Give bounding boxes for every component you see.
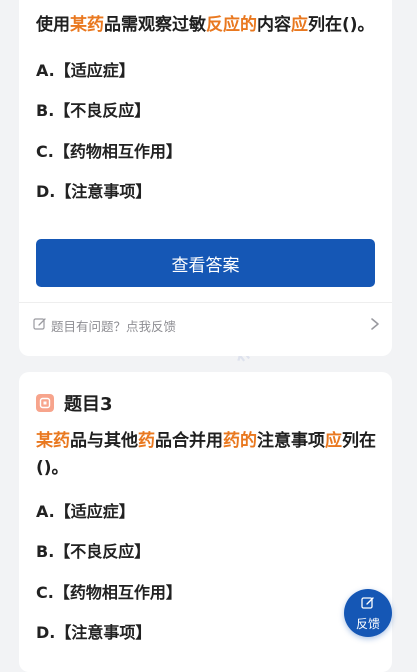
option-d[interactable]: D.【注意事项】 bbox=[36, 181, 151, 203]
option-b[interactable]: B.【不良反应】 bbox=[36, 541, 150, 563]
question-badge-icon bbox=[36, 394, 54, 412]
stem-text: 内容 bbox=[257, 15, 291, 35]
highlighted-keyword: 反应的 bbox=[206, 15, 257, 35]
highlighted-keyword: 药 bbox=[138, 431, 155, 451]
question-card-3: 题目3 某药品与其他药品合并用药的注意事项应列在()。 A.【适应症】 B.【不… bbox=[19, 372, 392, 672]
stem-text: 品合并用 bbox=[155, 431, 223, 451]
view-answer-button[interactable]: 查看答案 bbox=[36, 239, 375, 287]
option-d[interactable]: D.【注意事项】 bbox=[36, 622, 151, 644]
question-stem: 使用某药品需观察过敏反应的内容应列在()。 bbox=[36, 12, 378, 39]
edit-icon bbox=[361, 595, 375, 614]
highlighted-keyword: 应 bbox=[325, 431, 342, 451]
feedback-fab-button[interactable]: 反馈 bbox=[344, 589, 392, 637]
question-title: 题目3 bbox=[64, 394, 113, 415]
highlighted-keyword: 药的 bbox=[223, 431, 257, 451]
stem-text: 使用 bbox=[36, 15, 70, 35]
highlighted-keyword: 某药 bbox=[70, 15, 104, 35]
feedback-fab-label: 反馈 bbox=[355, 616, 380, 631]
highlighted-keyword: 某药 bbox=[36, 431, 70, 451]
highlighted-keyword: 应 bbox=[291, 15, 308, 35]
option-b[interactable]: B.【不良反应】 bbox=[36, 100, 150, 122]
stem-text: 注意事项 bbox=[257, 431, 325, 451]
edit-icon bbox=[33, 316, 47, 335]
question-header: 题目3 bbox=[36, 390, 113, 416]
option-a[interactable]: A.【适应症】 bbox=[36, 60, 135, 82]
stem-text: 品与其他 bbox=[70, 431, 138, 451]
option-a[interactable]: A.【适应症】 bbox=[36, 501, 135, 523]
stem-text: 品需观察过敏 bbox=[104, 15, 206, 35]
question-stem: 某药品与其他药品合并用药的注意事项应列在()。 bbox=[36, 428, 378, 482]
chevron-right-icon bbox=[370, 316, 380, 335]
stem-text: 列在()。 bbox=[308, 15, 375, 35]
report-problem-label: 题目有问题？点我反馈 bbox=[51, 318, 177, 334]
question-card-2: 使用某药品需观察过敏反应的内容应列在()。 A.【适应症】 B.【不良反应】 C… bbox=[19, 0, 392, 356]
report-problem-link[interactable]: 题目有问题？点我反馈 bbox=[33, 314, 380, 336]
option-c[interactable]: C.【药物相互作用】 bbox=[36, 141, 182, 163]
divider bbox=[19, 302, 392, 303]
option-c[interactable]: C.【药物相互作用】 bbox=[36, 582, 182, 604]
